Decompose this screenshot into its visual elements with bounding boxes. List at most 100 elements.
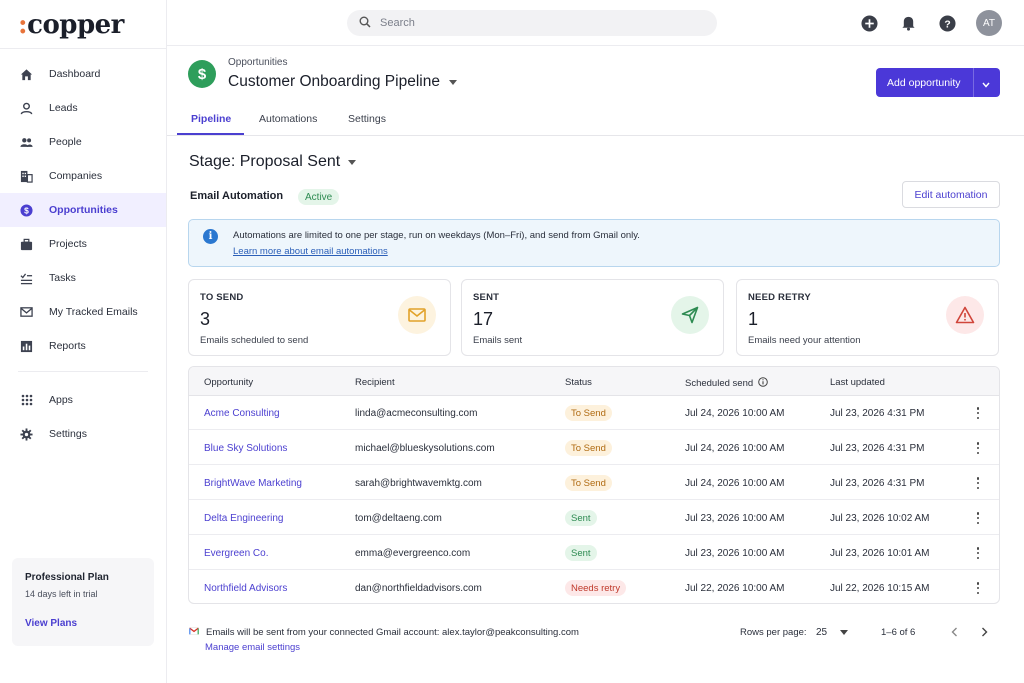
sidebar-item-label: Reports	[49, 340, 86, 352]
sidebar-item-tracked-emails[interactable]: My Tracked Emails	[0, 295, 166, 329]
opportunity-link[interactable]: Evergreen Co.	[204, 548, 268, 559]
avatar[interactable]: AT	[976, 10, 1002, 36]
sidebar-item-label: Companies	[49, 170, 103, 182]
add-icon[interactable]	[858, 12, 880, 34]
stat-description: Emails scheduled to send	[200, 335, 309, 346]
column-header-scheduled-send[interactable]: Scheduled send	[685, 377, 768, 390]
sidebar: :copper Dashboard Leads People Companies…	[0, 0, 167, 683]
dollar-icon: $	[20, 203, 33, 217]
tab-settings[interactable]: Settings	[348, 113, 386, 125]
column-header-recipient[interactable]: Recipient	[355, 377, 395, 388]
scheduled-send-time: Jul 23, 2026 10:00 AM	[685, 548, 785, 559]
recipient-email: dan@northfieldadvisors.com	[355, 583, 482, 594]
column-header-last-updated[interactable]: Last updated	[830, 377, 885, 388]
next-page-icon[interactable]	[976, 624, 992, 640]
previous-page-icon[interactable]	[946, 624, 962, 640]
table-row[interactable]: Evergreen Co. emma@evergreenco.com Sent Jul…	[189, 536, 999, 570]
button-divider	[973, 68, 974, 97]
opportunity-link[interactable]: Delta Engineering	[204, 513, 284, 524]
last-updated-time: Jul 23, 2026 4:31 PM	[830, 478, 925, 489]
table-row[interactable]: Blue Sky Solutions michael@blueskysolutio…	[189, 431, 999, 465]
more-options-icon[interactable]	[973, 510, 983, 526]
sidebar-item-opportunities[interactable]: $ Opportunities	[0, 193, 166, 227]
chevron-down-icon[interactable]	[982, 79, 990, 91]
recipient-email: linda@acmeconsulting.com	[355, 408, 478, 419]
info-banner: i Automations are limited to one per sta…	[188, 219, 1000, 267]
info-icon[interactable]	[758, 377, 768, 390]
more-options-icon[interactable]	[973, 580, 983, 596]
bell-icon[interactable]	[897, 12, 919, 34]
sidebar-item-companies[interactable]: Companies	[0, 159, 166, 193]
opportunity-link[interactable]: BrightWave Marketing	[204, 478, 302, 489]
tab-automations[interactable]: Automations	[259, 113, 317, 125]
edit-automation-button[interactable]: Edit automation	[902, 181, 1000, 208]
plan-subtitle: 14 days left in trial	[25, 589, 98, 599]
sidebar-item-apps[interactable]: Apps	[0, 383, 166, 417]
more-options-icon[interactable]	[973, 405, 983, 421]
logo-divider	[0, 48, 167, 49]
logo-dots: :	[18, 10, 28, 40]
svg-text:$: $	[24, 205, 29, 215]
view-plans-link[interactable]: View Plans	[25, 618, 141, 629]
opportunity-link[interactable]: Blue Sky Solutions	[204, 443, 287, 454]
active-tab-indicator	[177, 133, 244, 135]
sidebar-item-label: Leads	[49, 102, 78, 114]
stat-card-to-send: TO SEND 3 Emails scheduled to send	[188, 279, 451, 356]
info-icon: i	[203, 229, 218, 244]
sidebar-item-tasks[interactable]: Tasks	[0, 261, 166, 295]
add-opportunity-button[interactable]: Add opportunity	[876, 68, 1000, 97]
sidebar-item-people[interactable]: People	[0, 125, 166, 159]
sidebar-item-settings[interactable]: Settings	[0, 417, 166, 451]
gmail-notice-text: Emails will be sent from your connected …	[206, 627, 579, 638]
column-header-status[interactable]: Status	[565, 377, 592, 388]
add-opportunity-label: Add opportunity	[887, 76, 961, 89]
stat-value: 17	[473, 309, 494, 329]
copper-logo[interactable]: :copper	[18, 10, 124, 40]
briefcase-icon	[20, 238, 33, 251]
search-input[interactable]	[380, 17, 700, 29]
more-options-icon[interactable]	[973, 475, 983, 491]
learn-more-link[interactable]: Learn more about email automations	[233, 246, 388, 257]
tab-pipeline[interactable]: Pipeline	[191, 113, 231, 125]
column-header-opportunity[interactable]: Opportunity	[204, 377, 253, 388]
rows-per-page-value: 25	[816, 627, 828, 638]
table-row[interactable]: Delta Engineering tom@deltaeng.com Sent Jul…	[189, 501, 999, 535]
table-row[interactable]: Northfield Advisors dan@northfieldadvisor…	[189, 571, 999, 603]
pagination-range: 1–6 of 6	[881, 627, 916, 638]
status-badge: Sent	[565, 545, 597, 561]
more-options-icon[interactable]	[973, 440, 983, 456]
building-icon	[20, 170, 33, 183]
sidebar-divider	[18, 371, 148, 372]
manage-email-settings-link[interactable]: Manage email settings	[205, 642, 300, 653]
sidebar-item-reports[interactable]: Reports	[0, 329, 166, 363]
help-icon[interactable]: ?	[936, 12, 958, 34]
sidebar-item-label: Settings	[49, 428, 87, 440]
chevron-down-icon	[840, 630, 849, 635]
stage-selector[interactable]: Stage: Proposal Sent	[189, 153, 357, 171]
breadcrumb[interactable]: Opportunities	[228, 57, 287, 68]
table-row[interactable]: Acme Consulting linda@acmeconsulting.com T…	[189, 396, 999, 430]
person-icon	[20, 102, 33, 115]
pipeline-selector[interactable]: Customer Onboarding Pipeline	[228, 73, 457, 91]
gmail-notice: Emails will be sent from your connected …	[189, 627, 579, 638]
rows-per-page-select[interactable]: 25	[816, 627, 849, 638]
scheduled-send-time: Jul 22, 2026 10:00 AM	[685, 583, 785, 594]
opportunity-link[interactable]: Northfield Advisors	[204, 583, 287, 594]
sidebar-item-projects[interactable]: Projects	[0, 227, 166, 261]
last-updated-time: Jul 23, 2026 4:31 PM	[830, 408, 925, 419]
opportunity-link[interactable]: Acme Consulting	[204, 408, 280, 419]
more-options-icon[interactable]	[973, 545, 983, 561]
sidebar-item-label: Tasks	[49, 272, 76, 284]
sidebar-item-leads[interactable]: Leads	[0, 91, 166, 125]
svg-text:?: ?	[944, 19, 950, 30]
stat-description: Emails sent	[473, 335, 523, 346]
last-updated-time: Jul 22, 2026 10:15 AM	[830, 583, 930, 594]
search-bar[interactable]	[347, 10, 717, 36]
sidebar-item-dashboard[interactable]: Dashboard	[0, 57, 166, 91]
table-row[interactable]: BrightWave Marketing sarah@brightwavemktg…	[189, 466, 999, 500]
tab-bar: Pipeline Automations Settings	[167, 108, 1024, 136]
chevron-down-icon	[448, 79, 457, 85]
sidebar-item-label: Dashboard	[49, 68, 101, 80]
table-header: Opportunity Recipient Status Scheduled s…	[189, 367, 999, 396]
stat-label: NEED RETRY	[748, 292, 811, 303]
